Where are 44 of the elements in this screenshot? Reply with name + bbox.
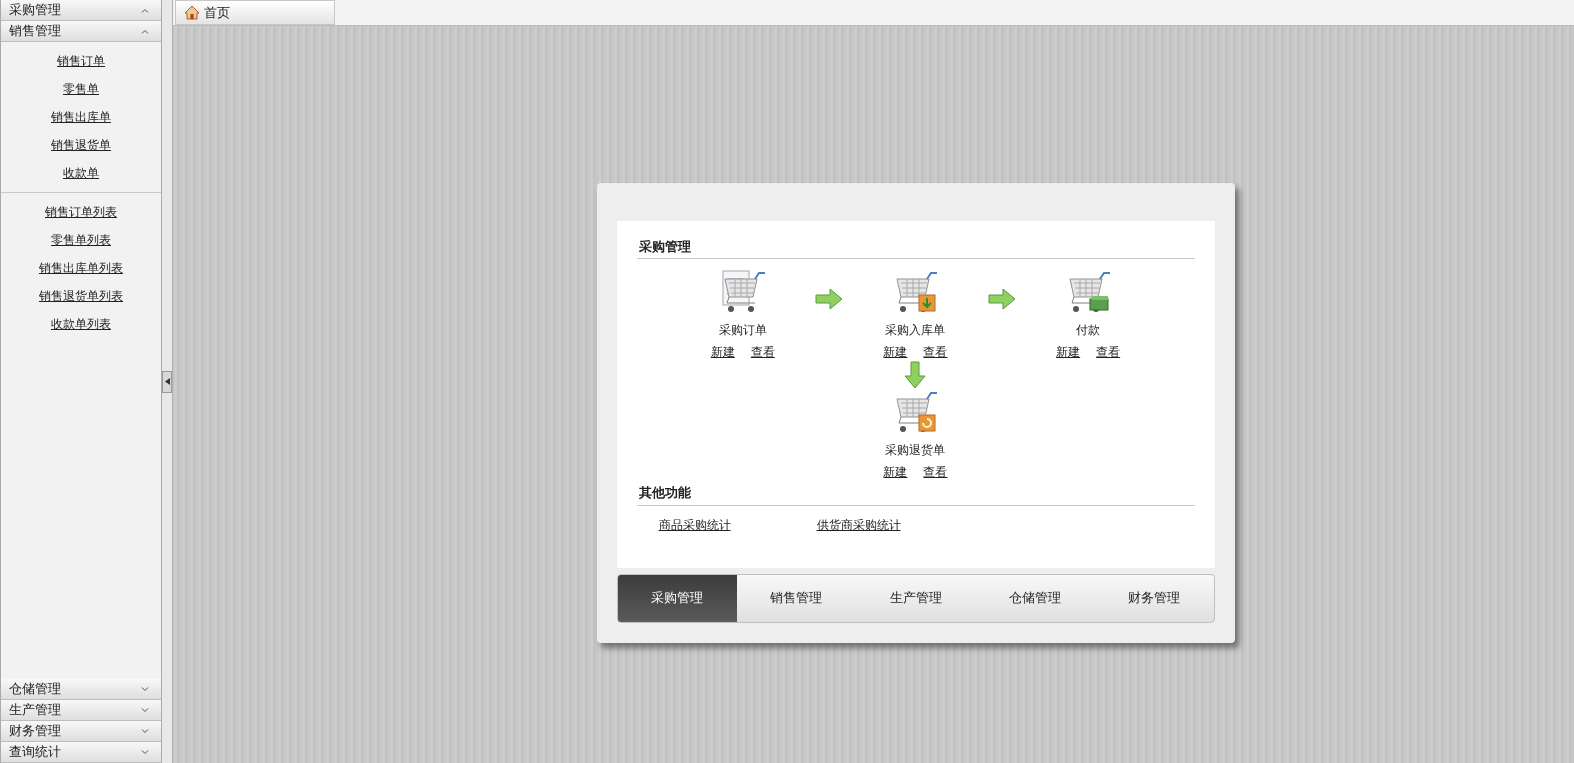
accordion-header[interactable]: 仓储管理 [1, 679, 161, 700]
sidebar-link[interactable]: 收款单列表 [51, 315, 111, 333]
home-icon [184, 5, 200, 20]
collapse-handle[interactable] [162, 370, 172, 393]
down-arrow-icon [903, 360, 928, 390]
left-triangle-icon [164, 378, 170, 385]
flow-node-label: 采购入库单 [885, 322, 946, 339]
module-tab[interactable]: 销售管理 [736, 574, 856, 622]
flow-node-link[interactable]: 新建 [1056, 343, 1081, 361]
flow-node-link[interactable]: 查看 [1096, 343, 1121, 361]
flow-node-label: 付款 [1076, 322, 1101, 339]
flow-node-link[interactable]: 新建 [883, 463, 908, 481]
right-arrow-icon [986, 287, 1017, 311]
section-heading: 采购管理 [636, 236, 1195, 259]
sidebar-link[interactable]: 销售出库单 [51, 108, 111, 126]
accordion-header[interactable]: 销售管理 [1, 21, 161, 42]
flow-node-link[interactable]: 查看 [923, 463, 948, 481]
accordion-header[interactable]: 生产管理 [1, 700, 161, 721]
sidebar-link[interactable]: 销售订单 [57, 52, 105, 70]
accordion-header[interactable]: 采购管理 [1, 0, 161, 21]
flow-node-link[interactable]: 查看 [923, 343, 948, 361]
flow-node-label: 采购订单 [718, 322, 767, 339]
flow-node-label: 采购退货单 [885, 442, 946, 459]
section-heading: 其他功能 [636, 483, 1195, 506]
module-tab[interactable]: 财务管理 [1094, 574, 1214, 622]
statistics-link[interactable]: 供货商采购统计 [816, 515, 901, 534]
accordion-header[interactable]: 查询统计 [1, 742, 161, 763]
module-tab[interactable]: 生产管理 [855, 574, 976, 622]
sidebar-link[interactable]: 零售单列表 [51, 231, 111, 249]
sidebar-link[interactable]: 销售订单列表 [45, 203, 117, 221]
accordion-header[interactable]: 财务管理 [1, 721, 161, 742]
module-tab[interactable]: 采购管理 [617, 574, 737, 622]
module-tab[interactable]: 仓储管理 [975, 574, 1095, 622]
tab[interactable]: 首页 [175, 0, 335, 25]
sidebar-link[interactable]: 收款单 [63, 164, 99, 182]
sidebar-link[interactable]: 销售退货单列表 [39, 287, 123, 305]
flow-node-link[interactable]: 新建 [710, 343, 735, 361]
right-arrow-icon [814, 287, 845, 311]
sidebar-link[interactable]: 销售退货单 [51, 136, 111, 154]
sidebar-link[interactable]: 零售单 [63, 80, 99, 98]
statistics-link[interactable]: 商品采购统计 [658, 515, 731, 534]
sidebar-link[interactable]: 销售出库单列表 [39, 259, 123, 277]
flow-node-link[interactable]: 查看 [750, 343, 775, 361]
flow-node-link[interactable]: 新建 [883, 343, 908, 361]
